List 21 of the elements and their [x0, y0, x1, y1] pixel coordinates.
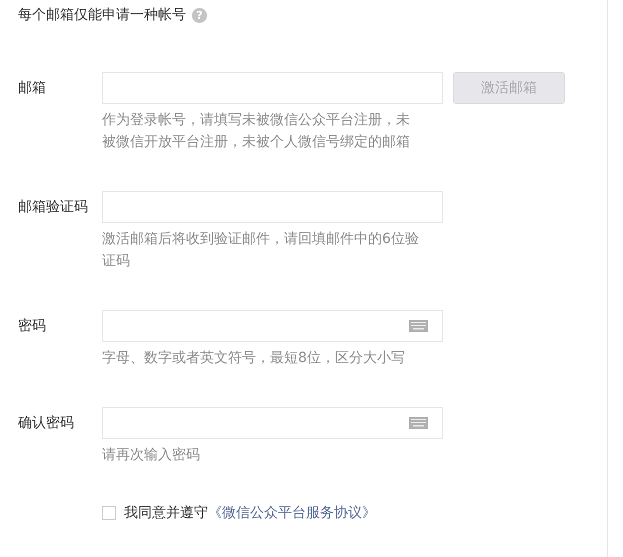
input-field[interactable]	[102, 72, 443, 104]
keyboard-icon[interactable]	[409, 320, 428, 332]
hint-text: 请再次输入密码	[102, 446, 201, 465]
hint-text: 证码	[102, 252, 131, 271]
agreement-link[interactable]: 《微信公众平台服务协议》	[208, 504, 376, 522]
help-icon[interactable]: ?	[192, 8, 207, 22]
input-field[interactable]	[102, 191, 443, 223]
hint-text: 激活邮箱后将收到验证邮件，请回填邮件中的6位验	[102, 230, 420, 249]
keyboard-icon[interactable]	[409, 417, 428, 429]
hint-text: 被微信开放平台注册，未被个人微信号绑定的邮箱	[102, 133, 411, 152]
field-label: 邮箱	[18, 79, 47, 98]
checkbox[interactable]	[102, 506, 116, 520]
password-field[interactable]	[102, 310, 443, 342]
notice-text: 每个邮箱仅能申请一种帐号	[18, 6, 186, 24]
password-field[interactable]	[102, 407, 443, 439]
field-label: 邮箱验证码	[18, 198, 89, 217]
field-label: 确认密码	[18, 414, 75, 433]
agreement-text: 我同意并遵守	[124, 504, 208, 522]
hint-text: 字母、数字或者英文符号，最短8位，区分大小写	[102, 349, 406, 368]
hint-text: 作为登录帐号，请填写未被微信公众平台注册，未	[102, 111, 411, 130]
field-label: 密码	[18, 317, 47, 336]
